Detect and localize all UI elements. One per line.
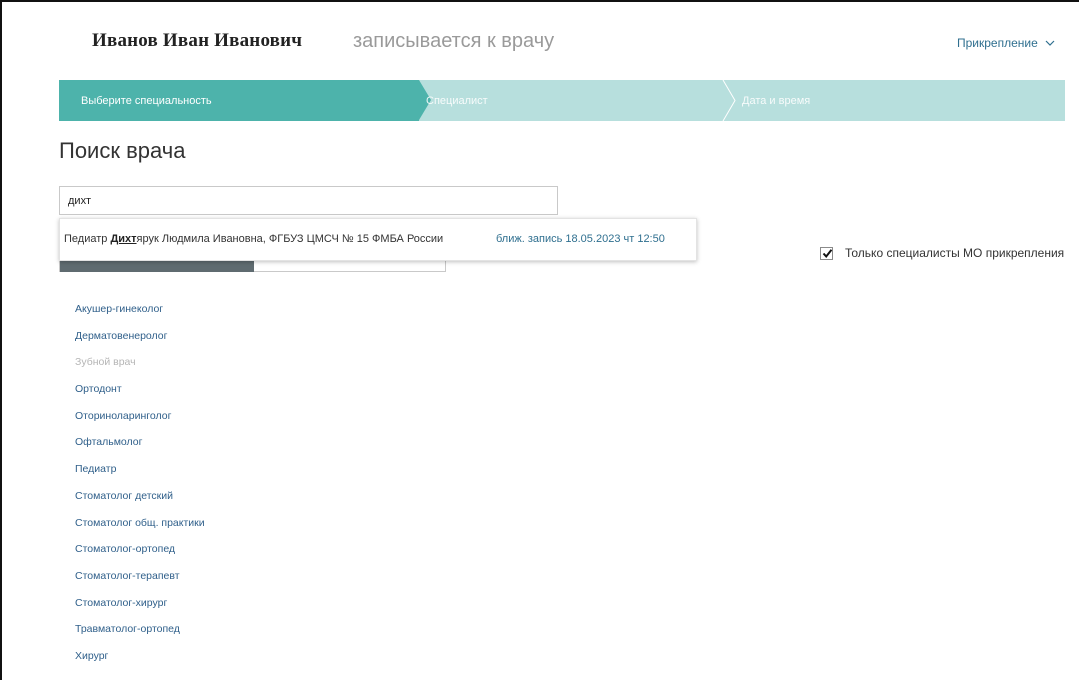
attachment-filter-label: Только специалисты МО прикрепления [845,246,1065,260]
specialty-item[interactable]: Хирург [75,650,205,677]
suggestion-item[interactable]: Педиатр Дихтярук Людмила Ивановна, ФГБУЗ… [60,219,696,260]
suggestion-match-highlight: Дихт [110,233,137,245]
header-subtitle: записывается к врачу [353,30,555,52]
chevron-down-icon [1045,40,1055,46]
attachment-filter-checkbox[interactable] [820,246,833,260]
step-specialist-label: Специалист [426,94,488,107]
patient-name: Иванов Иван Иванович [92,30,303,51]
specialty-item[interactable]: Стоматолог-ортопед [75,543,205,570]
step-datetime: Дата и время [742,80,810,121]
suggestion-nearest-slot: ближ. запись 18.05.2023 чт 12:50 [496,233,665,245]
page-header: Иванов Иван Иванович записывается к врач… [0,0,1079,80]
specialty-item: Зубной врач [75,356,136,369]
step-specialist: Специалист [426,80,488,121]
suggestion-doctor-rest: ярук Людмила Ивановна, ФГБУЗ ЦМСЧ № 15 Ф… [136,233,444,245]
attachment-label: Прикрепление [957,36,1038,50]
specialty-item[interactable]: Стоматолог общ. практики [75,517,205,544]
specialty-item[interactable]: Стоматолог детский [75,490,205,517]
doctor-search-input[interactable] [60,187,557,214]
specialty-item[interactable]: Педиатр [75,463,205,490]
specialty-item[interactable]: Стоматолог-хирург [75,597,205,624]
specialty-item[interactable]: Травматолог-ортопед [75,623,205,650]
suggestion-specialty: Педиатр [64,233,111,245]
step-specialty-label: Выберите специальность [81,94,212,107]
step-specialty[interactable]: Выберите специальность [59,80,419,121]
booking-stepper: Выберите специальность Специалист Дата и… [59,80,1065,121]
specialty-item[interactable]: Ортодонт [75,383,205,410]
attachment-dropdown[interactable]: Прикрепление [957,36,1056,50]
page-title: Поиск врача [59,138,186,163]
specialty-item[interactable]: Офтальмолог [75,436,205,463]
step-separator-icon [722,80,736,121]
check-icon [822,248,833,258]
specialty-item[interactable]: Стоматолог-терапевт [75,570,205,597]
attachment-filter[interactable]: Только специалисты МО прикрепления [820,246,1064,260]
specialty-item[interactable]: Акушер-гинеколог [75,303,205,330]
suggestion-doctor: Педиатр Дихтярук Людмила Ивановна, ФГБУЗ… [64,233,443,245]
specialty-item[interactable]: Оториноларинголог [75,410,205,437]
specialty-item[interactable]: Дерматовенеролог [75,330,205,357]
step-datetime-label: Дата и время [742,94,811,107]
search-suggestions: Педиатр Дихтярук Людмила Ивановна, ФГБУЗ… [59,218,697,261]
doctor-search-field[interactable] [59,186,558,215]
specialty-list: Акушер-гинеколог Дерматовенеролог Зубной в… [75,303,205,677]
